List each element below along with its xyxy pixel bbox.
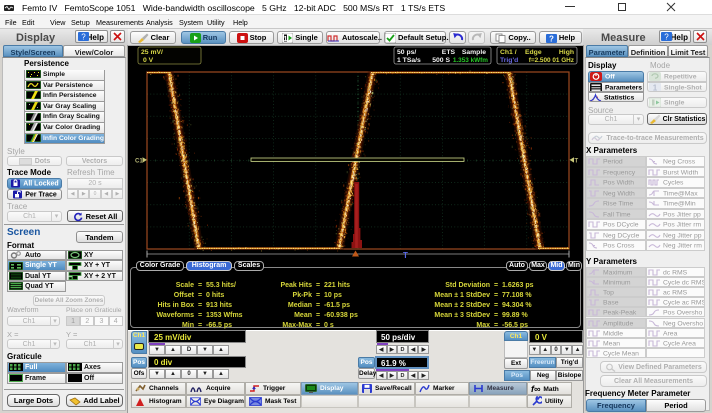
svg-text:50 ps/: 50 ps/ [397,49,416,56]
svg-text:High: High [559,49,574,56]
svg-text:500 S: 500 S [432,57,450,64]
svg-text:1: 1 [284,36,288,43]
svg-text:Ch1 /: Ch1 / [500,49,517,56]
svg-text:Sample: Sample [462,49,486,56]
svg-text:C1: C1 [135,158,143,164]
svg-text:T: T [575,158,579,164]
svg-text:ETS: ETS [442,49,456,56]
svg-text:?: ? [81,33,86,42]
svg-text:1: 1 [653,84,658,93]
svg-text:Edge: Edge [525,49,542,56]
svg-text:f=2.500 01 GHz: f=2.500 01 GHz [529,57,574,64]
svg-text:Trig'd: Trig'd [500,57,518,64]
svg-text:0 V: 0 V [143,57,154,64]
svg-text:1 TSa/s: 1 TSa/s [397,57,421,64]
svg-text:?: ? [664,33,669,42]
svg-text:T: T [403,251,408,260]
svg-text:?: ? [549,34,554,43]
svg-text:1.353 kWfm: 1.353 kWfm [453,57,488,64]
svg-text:25 mV/: 25 mV/ [141,49,163,56]
